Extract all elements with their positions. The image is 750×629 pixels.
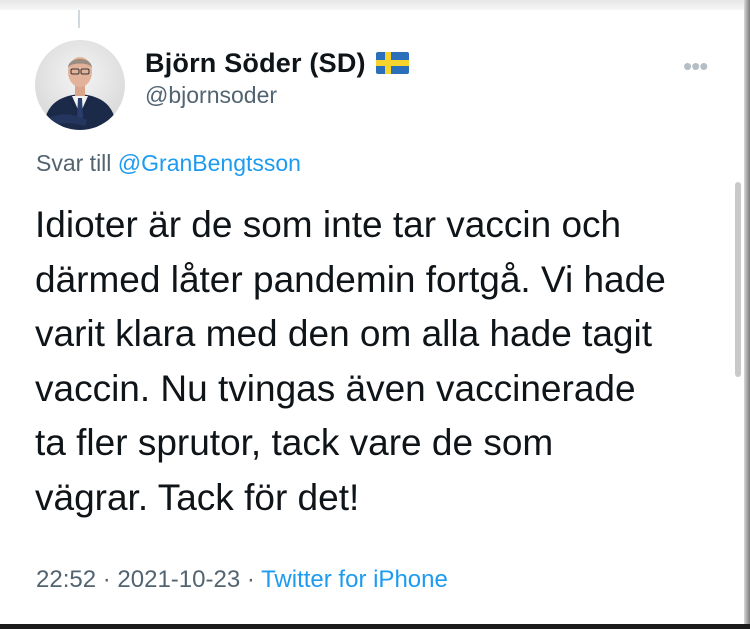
tweet-time[interactable]: 22:52: [36, 566, 96, 593]
thread-line: [78, 10, 80, 28]
bottom-edge: [0, 624, 750, 629]
avatar[interactable]: [35, 40, 125, 130]
tweet-text: Idioter är de som inte tar vaccin och dä…: [35, 204, 666, 518]
reply-prefix: Svar till: [36, 150, 112, 176]
author-block[interactable]: Björn Söder (SD) @bjornsoder: [145, 46, 409, 109]
display-name[interactable]: Björn Söder (SD): [145, 48, 366, 79]
handle[interactable]: @bjornsoder: [145, 82, 409, 109]
meta-separator: ·: [102, 566, 111, 593]
reply-context: Svar till @GranBengtsson: [36, 150, 301, 177]
reply-mention-link[interactable]: @GranBengtsson: [118, 150, 301, 176]
tweet-source-link[interactable]: Twitter for iPhone: [261, 566, 448, 593]
sweden-flag-icon: [375, 52, 409, 74]
more-options-icon[interactable]: •••: [683, 53, 708, 79]
profile-photo-icon: [43, 57, 117, 130]
top-edge: [0, 0, 750, 10]
right-edge: [744, 0, 750, 629]
name-row: Björn Söder (SD): [145, 46, 409, 80]
tweet-meta: 22:52 · 2021-10-23 · Twitter for iPhone: [36, 566, 448, 594]
tweet-date[interactable]: 2021-10-23: [117, 566, 240, 593]
meta-separator: ·: [246, 566, 255, 593]
scrollbar[interactable]: [735, 182, 741, 377]
